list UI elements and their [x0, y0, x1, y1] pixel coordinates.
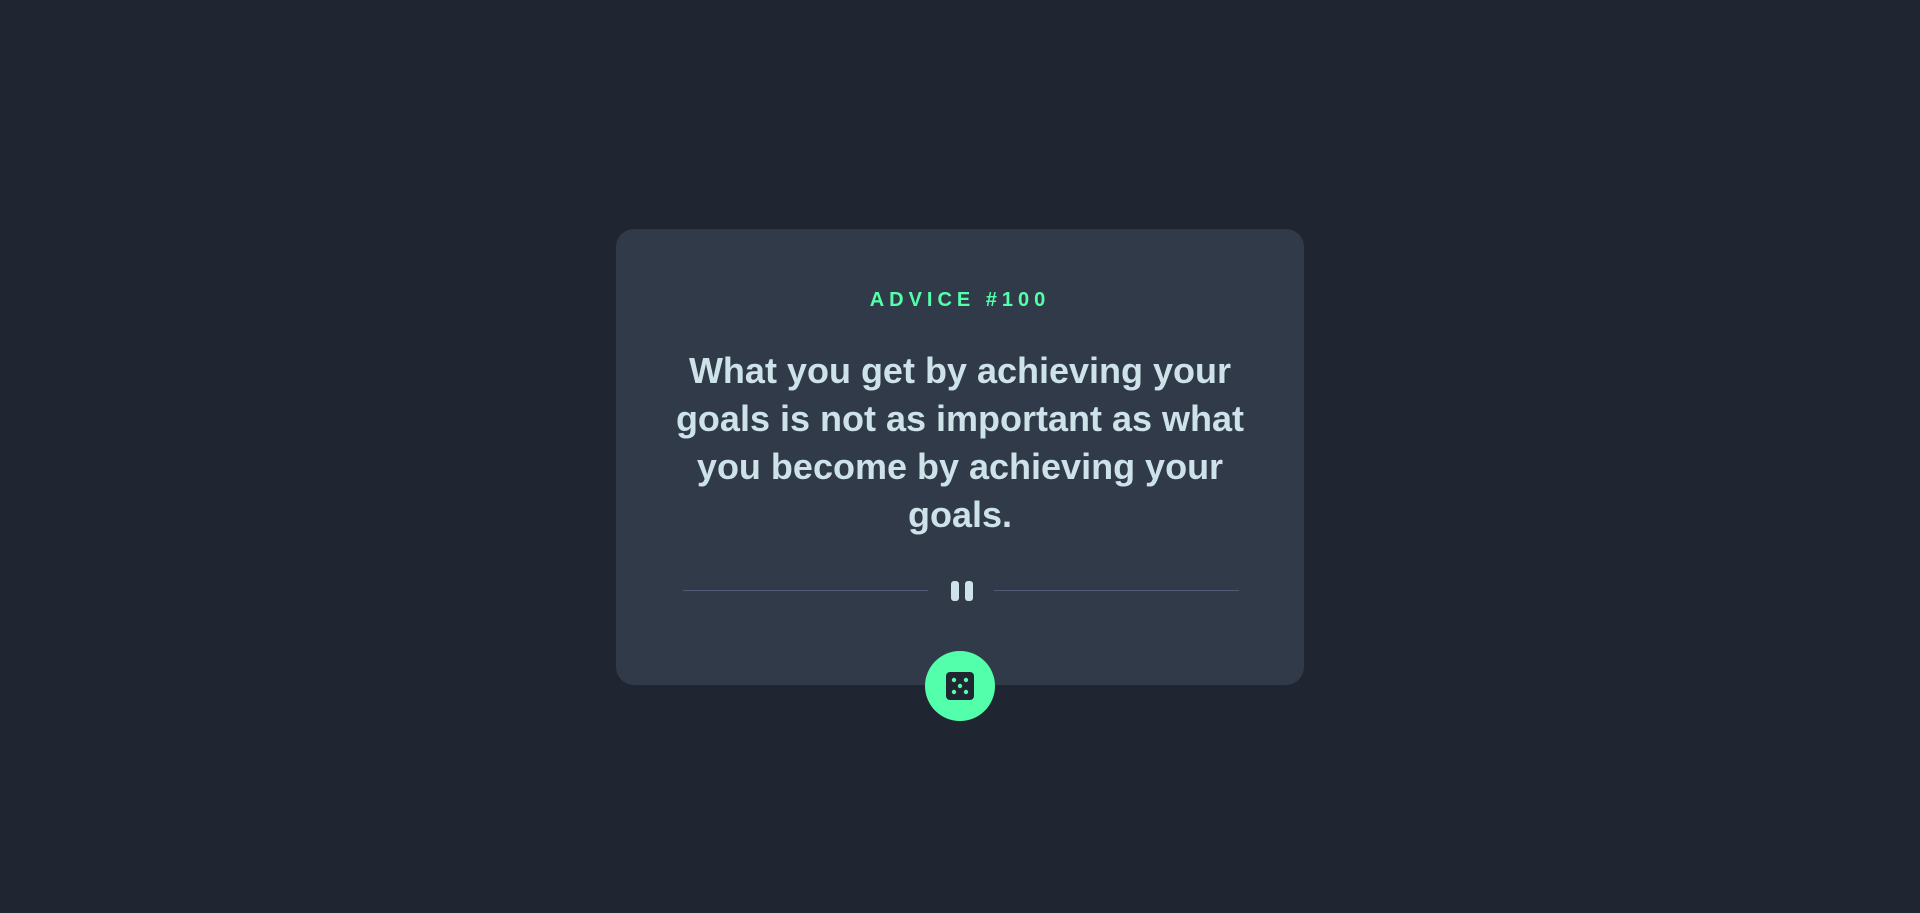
divider-line-left [683, 590, 928, 591]
dice-icon [946, 672, 974, 700]
pattern-divider [683, 581, 1239, 601]
divider-line-right [994, 590, 1239, 591]
advice-card: ADVICE #100 What you get by achieving yo… [616, 229, 1304, 685]
new-advice-button[interactable] [925, 651, 995, 721]
advice-id-label: ADVICE #100 [869, 289, 1051, 311]
pause-icon [951, 581, 973, 601]
advice-quote: What you get by achieving your goals is … [675, 350, 1245, 535]
page: ADVICE #100 What you get by achieving yo… [0, 0, 1920, 913]
